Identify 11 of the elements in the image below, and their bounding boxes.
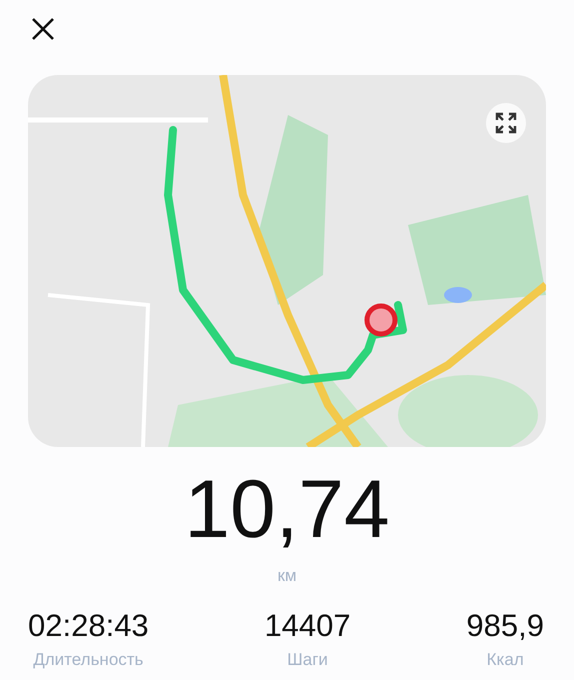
stat-label: Длительность [33,648,144,671]
expand-icon [495,112,517,134]
stat-label: Шаги [287,648,328,671]
close-icon [30,16,56,42]
stat-value: 14407 [264,608,351,643]
distance-unit: км [277,565,297,587]
stat-label: Ккал [486,648,524,671]
stat-value: 985,9 [466,608,544,643]
distance-value: 10,74 [184,469,390,551]
stat-value: 02:28:43 [28,608,149,643]
close-button[interactable] [30,16,56,42]
